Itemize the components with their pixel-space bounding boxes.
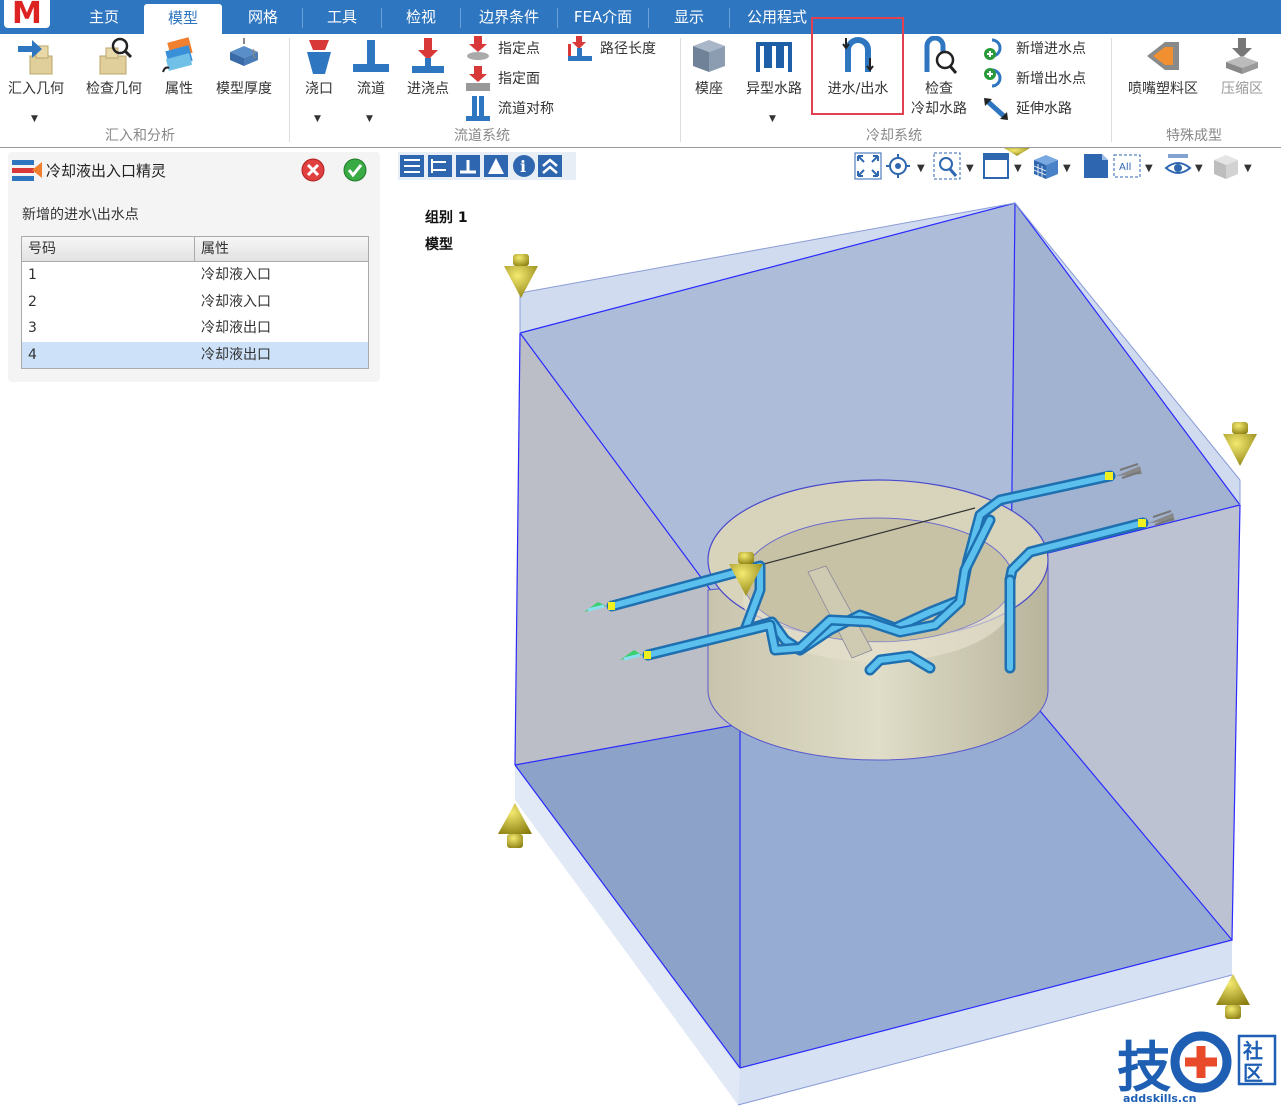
gate-marker[interactable]: [1223, 422, 1257, 466]
svg-text:技: 技: [1117, 1036, 1171, 1099]
site-watermark-logo: 技 社 区 addskills.cn: [1117, 1031, 1277, 1105]
mold-3d-viewport[interactable]: [0, 0, 1281, 1106]
gate-marker[interactable]: [1004, 148, 1030, 156]
gate-marker[interactable]: [1216, 974, 1250, 1019]
svg-text:addskills.cn: addskills.cn: [1123, 1092, 1196, 1105]
svg-text:社: 社: [1242, 1039, 1263, 1063]
svg-text:区: 区: [1243, 1061, 1263, 1085]
